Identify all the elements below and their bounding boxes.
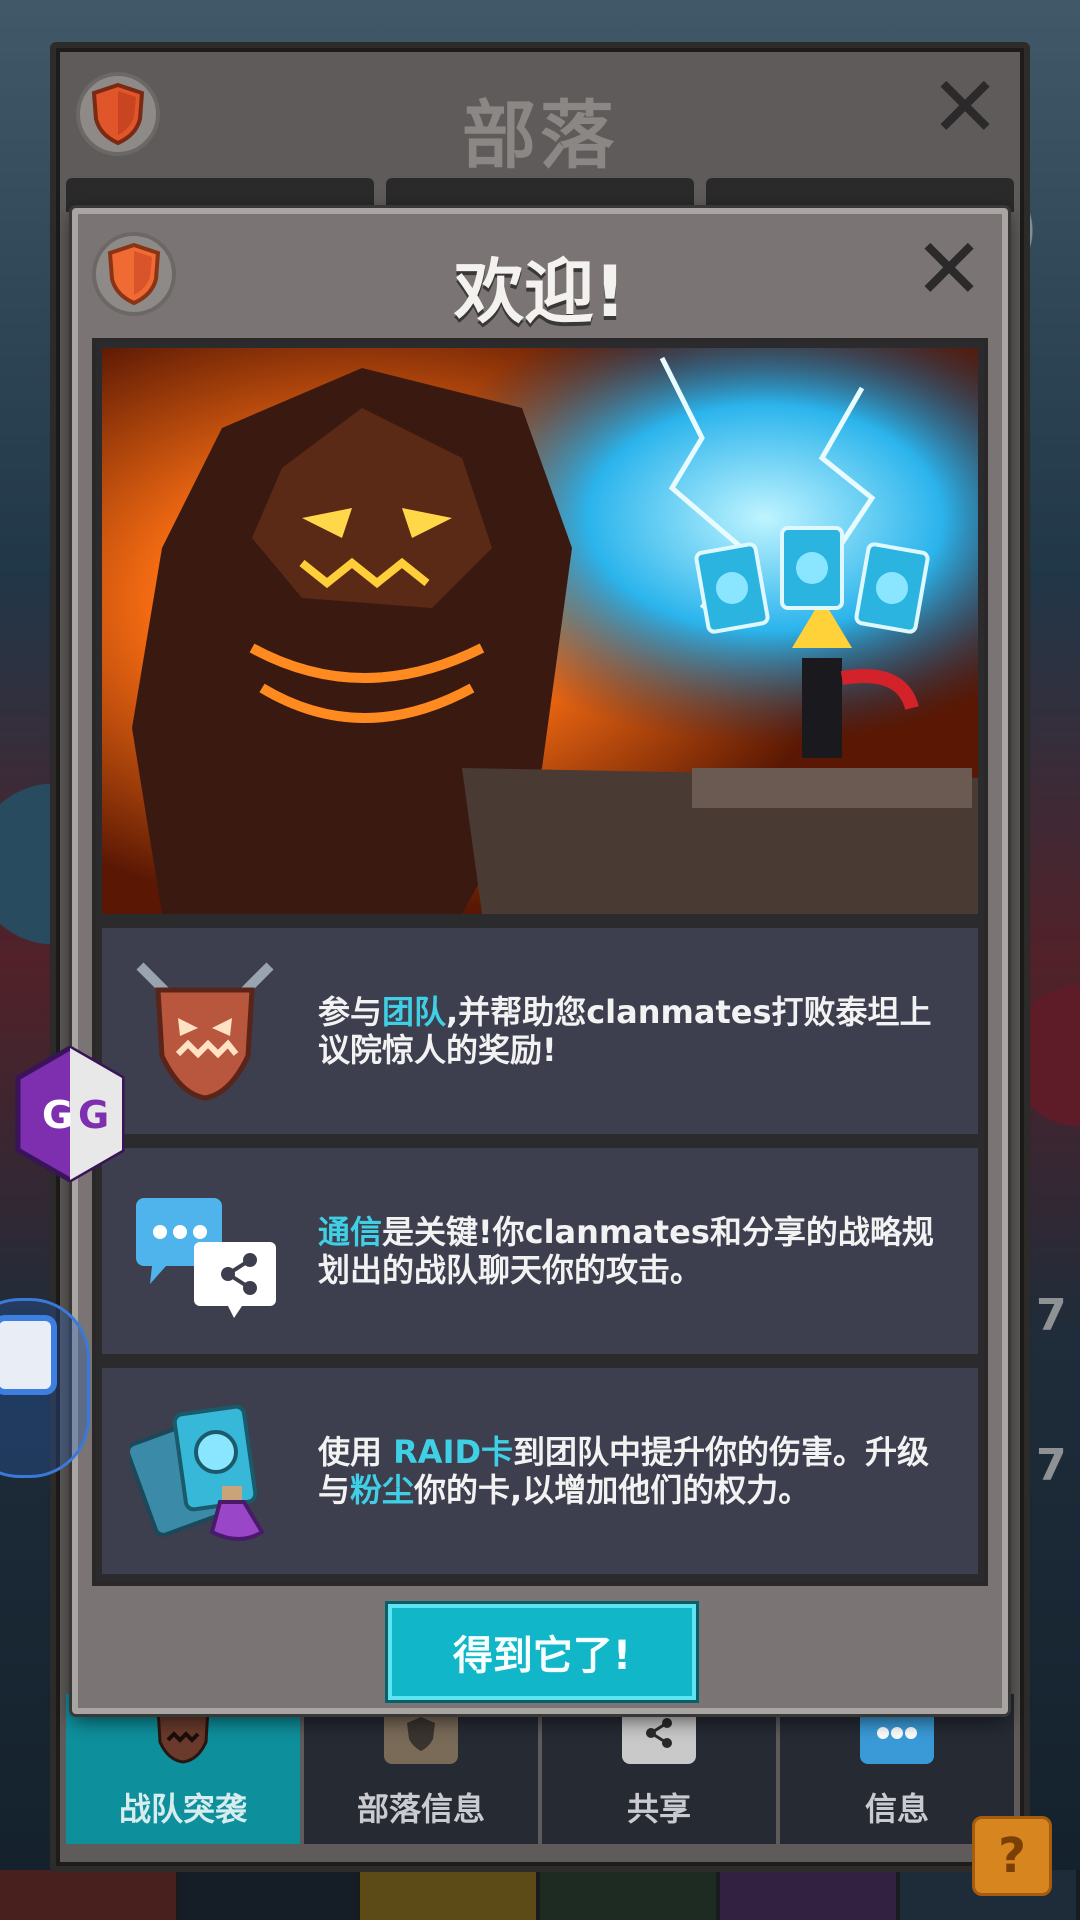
nav-label: 信息	[864, 1790, 929, 1828]
nav-item-share[interactable]: 共享	[542, 1694, 776, 1844]
info-text-raid-cards: 使用 RAID卡到团队中提升你的伤害。升级与粉尘你的卡,以增加他们的权力。	[318, 1433, 930, 1509]
svg-text:G: G	[42, 1093, 73, 1137]
clan-header: 部落 ✕	[56, 48, 1024, 179]
nav-label: 共享	[626, 1790, 691, 1828]
titan-vs-hero-illustration	[102, 348, 978, 914]
welcome-dialog: 欢迎! ✕ 参与团队,并帮助您clanmates打败泰坦上议院惊人的奖励! 通信…	[72, 208, 1008, 1714]
clan-tab[interactable]	[386, 178, 694, 212]
chat-share-icon	[136, 1198, 276, 1318]
floating-assistant-button[interactable]	[0, 1298, 90, 1478]
welcome-close-button[interactable]: ✕	[914, 227, 984, 311]
robot-icon	[0, 1315, 57, 1395]
clan-tab[interactable]	[66, 178, 374, 212]
info-text-raid: 参与团队,并帮助您clanmates打败泰坦上议院惊人的奖励!	[318, 993, 932, 1069]
nav-item-clan-info[interactable]: 部落信息	[304, 1694, 538, 1844]
raid-card-potion-icon	[130, 1404, 265, 1541]
got-it-button[interactable]: 得到它了!	[388, 1604, 696, 1700]
clan-close-button[interactable]: ✕	[930, 65, 1000, 149]
raid-hero-artwork	[102, 348, 978, 914]
info-row-raid-cards: 使用 RAID卡到团队中提升你的伤害。升级与粉尘你的卡,以增加他们的权力。	[102, 1368, 978, 1574]
info-text-communication: 通信是关键!你clanmates和分享的战略规划出的战队聊天你的攻击。	[318, 1213, 934, 1289]
svg-text:G: G	[78, 1093, 109, 1137]
game-guardian-icon[interactable]: G G	[10, 1046, 130, 1182]
welcome-title: 欢迎!	[454, 251, 626, 333]
clan-bottom-nav: 战队突袭 部落信息 共享 信息	[66, 1694, 1014, 1844]
welcome-body: 参与团队,并帮助您clanmates打败泰坦上议院惊人的奖励! 通信是关键!你c…	[92, 338, 988, 1586]
clan-tabs	[66, 178, 1014, 212]
nav-label: 战队突袭	[118, 1790, 247, 1828]
info-row-communication: 通信是关键!你clanmates和分享的战略规划出的战队聊天你的攻击。	[102, 1148, 978, 1354]
nav-label: 部落信息	[356, 1790, 485, 1828]
info-row-raid: 参与团队,并帮助您clanmates打败泰坦上议院惊人的奖励!	[102, 928, 978, 1134]
help-button[interactable]: ?	[972, 1816, 1052, 1896]
clan-tab[interactable]	[706, 178, 1014, 212]
clan-title: 部落	[462, 93, 618, 179]
raid-mask-icon	[136, 962, 274, 1101]
nav-item-raid[interactable]: 战队突袭	[66, 1694, 300, 1844]
